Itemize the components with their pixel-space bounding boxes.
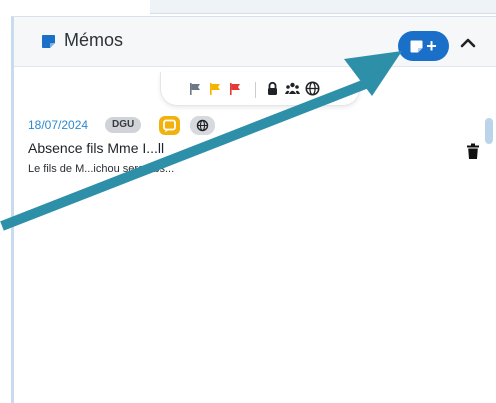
flag-red-icon[interactable] [229,83,241,95]
lock-icon[interactable] [265,81,280,96]
memos-panel: Mémos + 18/07/2024 DGU Absence fils Mme … [11,16,496,403]
filter-bar [160,72,360,106]
group-icon[interactable] [285,81,300,96]
plus-icon: + [426,36,437,56]
flag-yellow-icon[interactable] [209,83,221,95]
panel-title: Mémos [64,30,124,50]
trash-icon[interactable] [466,143,480,160]
globe-icon[interactable] [305,81,320,96]
comment-icon[interactable] [159,116,180,135]
chevron-up-icon[interactable] [458,33,478,53]
author-tag: DGU [105,117,142,133]
scrollbar-thumb[interactable] [485,118,493,144]
memo-icon [410,40,423,52]
memos-widget-screen: Mémos + 18/07/2024 DGU Absence fils Mme … [0,0,496,403]
memo-list-item[interactable]: 18/07/2024 DGU Absence fils Mme I...ll L… [14,113,484,193]
globe-icon[interactable] [190,116,215,135]
top-strip [150,0,496,14]
memo-excerpt: Le fils de M...ichou sera abs... [28,163,175,175]
memo-title: Absence fils Mme I...ll [28,140,165,156]
panel-header: Mémos + [14,17,496,67]
flag-gray-icon[interactable] [189,83,201,95]
filter-divider [255,82,256,98]
add-memo-button[interactable]: + [398,31,449,61]
memo-icon [42,35,55,48]
memo-date: 18/07/2024 [28,118,89,132]
